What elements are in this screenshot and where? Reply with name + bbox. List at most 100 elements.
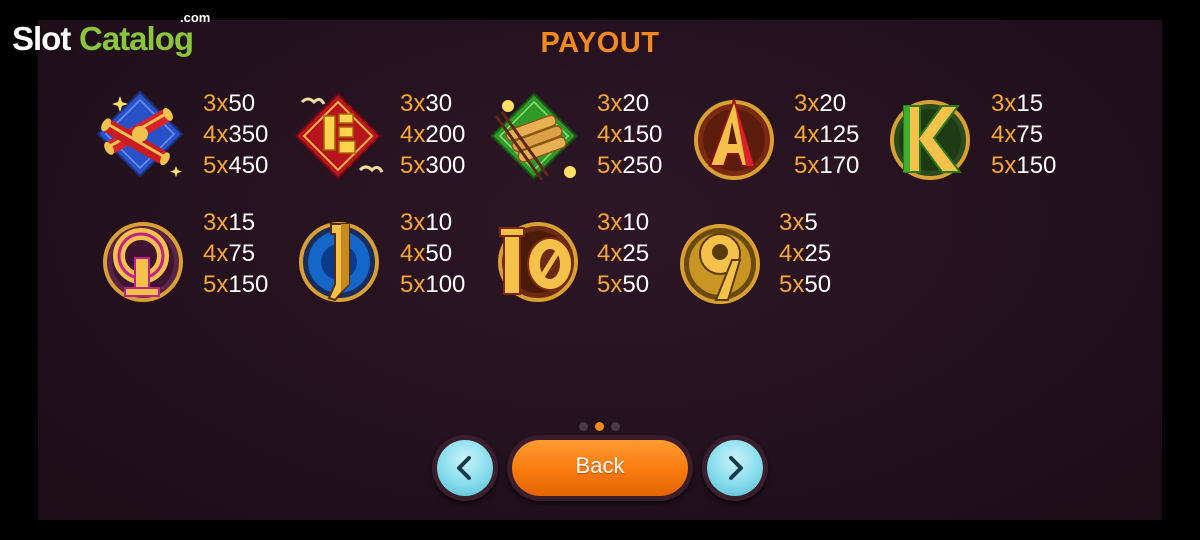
page-dot-3 — [611, 422, 620, 431]
payout-row: 5x150 — [991, 150, 1056, 181]
payout-row: 3x10 — [400, 207, 465, 238]
payout-multiplier: 3x — [400, 209, 426, 236]
chevron-left-icon — [457, 456, 471, 480]
payout-value: 75 — [1016, 121, 1044, 148]
payout-value: 50 — [804, 271, 832, 298]
next-button-face — [707, 440, 763, 496]
payout-row: 3x50 — [203, 88, 268, 119]
payout-list-letter-j: 3x10 4x50 5x100 — [400, 207, 465, 300]
payout-value: 25 — [622, 240, 650, 267]
payout-row: 5x50 — [779, 269, 831, 300]
previous-page-button[interactable] — [432, 435, 498, 501]
back-button[interactable]: Back — [507, 435, 693, 501]
page-dot-1 — [579, 422, 588, 431]
payout-row: 5x250 — [597, 150, 662, 181]
payout-row: 5x170 — [794, 150, 859, 181]
previous-button-face — [437, 440, 493, 496]
payout-value: 100 — [425, 271, 466, 298]
payout-value: 350 — [228, 121, 269, 148]
payout-row: 4x350 — [203, 119, 268, 150]
payout-multiplier: 3x — [203, 209, 229, 236]
payout-multiplier: 5x — [400, 152, 426, 179]
payout-list-letter-a: 3x20 4x125 5x170 — [794, 88, 859, 181]
payout-list-letter-k: 3x15 4x75 5x150 — [991, 88, 1056, 181]
chevron-right-icon — [729, 456, 743, 480]
payout-multiplier: 5x — [794, 152, 820, 179]
payout-multiplier: 5x — [597, 271, 623, 298]
payout-value: 50 — [425, 240, 453, 267]
payout-value: 75 — [228, 240, 256, 267]
payout-multiplier: 5x — [597, 152, 623, 179]
payout-list-number-9: 3x5 4x25 5x50 — [779, 207, 831, 300]
payout-value: 50 — [622, 271, 650, 298]
payout-multiplier: 4x — [400, 121, 426, 148]
payout-row: 5x450 — [203, 150, 268, 181]
payout-multiplier: 5x — [991, 152, 1017, 179]
letter-k-icon — [882, 92, 978, 188]
page-title: PAYOUT — [540, 27, 660, 59]
payout-list-spring-rolls: 3x20 4x150 5x250 — [597, 88, 662, 181]
payout-row: 3x15 — [991, 88, 1056, 119]
payout-multiplier: 5x — [203, 271, 229, 298]
number-9-icon — [672, 214, 768, 310]
payout-value: 15 — [228, 209, 256, 236]
payout-value: 170 — [819, 152, 860, 179]
payout-list-number-10: 3x10 4x25 5x50 — [597, 207, 649, 300]
payout-row: 3x20 — [597, 88, 662, 119]
payout-row: 4x125 — [794, 119, 859, 150]
payout-value: 10 — [425, 209, 453, 236]
payout-value: 300 — [425, 152, 466, 179]
payout-value: 250 — [622, 152, 663, 179]
payout-multiplier: 3x — [597, 209, 623, 236]
payout-multiplier: 4x — [597, 240, 623, 267]
page-dot-2-active — [595, 422, 604, 431]
payout-row: 5x150 — [203, 269, 268, 300]
payout-value: 30 — [425, 90, 453, 117]
payout-value: 150 — [622, 121, 663, 148]
letter-j-icon — [291, 214, 387, 310]
payout-row: 4x200 — [400, 119, 465, 150]
spring-rolls-icon — [486, 88, 582, 184]
payout-value: 450 — [228, 152, 269, 179]
payout-value: 15 — [1016, 90, 1044, 117]
payout-multiplier: 4x — [779, 240, 805, 267]
payout-row: 4x150 — [597, 119, 662, 150]
payout-row: 3x20 — [794, 88, 859, 119]
payout-value: 150 — [228, 271, 269, 298]
next-page-button[interactable] — [702, 435, 768, 501]
logo-text-com: .com — [180, 10, 211, 25]
payout-multiplier: 4x — [400, 240, 426, 267]
payout-multiplier: 4x — [203, 240, 229, 267]
payout-list-letter-q: 3x15 4x75 5x150 — [203, 207, 268, 300]
payout-multiplier: 4x — [794, 121, 820, 148]
payout-multiplier: 5x — [779, 271, 805, 298]
back-button-label: Back — [575, 453, 625, 478]
payout-row: 4x75 — [203, 238, 268, 269]
fu-character-icon — [290, 88, 386, 184]
payout-row: 4x50 — [400, 238, 465, 269]
payout-row: 5x50 — [597, 269, 649, 300]
payout-multiplier: 3x — [203, 90, 229, 117]
payout-multiplier: 3x — [794, 90, 820, 117]
payout-value: 150 — [1016, 152, 1057, 179]
payout-multiplier: 3x — [779, 209, 805, 236]
payout-row: 4x25 — [597, 238, 649, 269]
payout-list-firecrackers: 3x50 4x350 5x450 — [203, 88, 268, 181]
payout-value: 125 — [819, 121, 860, 148]
payout-multiplier: 5x — [400, 271, 426, 298]
payout-list-fu-character: 3x30 4x200 5x300 — [400, 88, 465, 181]
firecrackers-icon — [92, 84, 188, 180]
payout-multiplier: 5x — [203, 152, 229, 179]
payout-value: 10 — [622, 209, 650, 236]
payout-multiplier: 4x — [597, 121, 623, 148]
payout-row: 3x5 — [779, 207, 831, 238]
payout-value: 20 — [622, 90, 650, 117]
payout-multiplier: 4x — [203, 121, 229, 148]
payout-row: 4x75 — [991, 119, 1056, 150]
payout-row: 4x25 — [779, 238, 831, 269]
payout-row: 3x10 — [597, 207, 649, 238]
letter-a-icon — [686, 92, 782, 188]
payout-row: 3x15 — [203, 207, 268, 238]
number-10-icon — [490, 214, 586, 310]
letter-q-icon — [95, 212, 191, 308]
